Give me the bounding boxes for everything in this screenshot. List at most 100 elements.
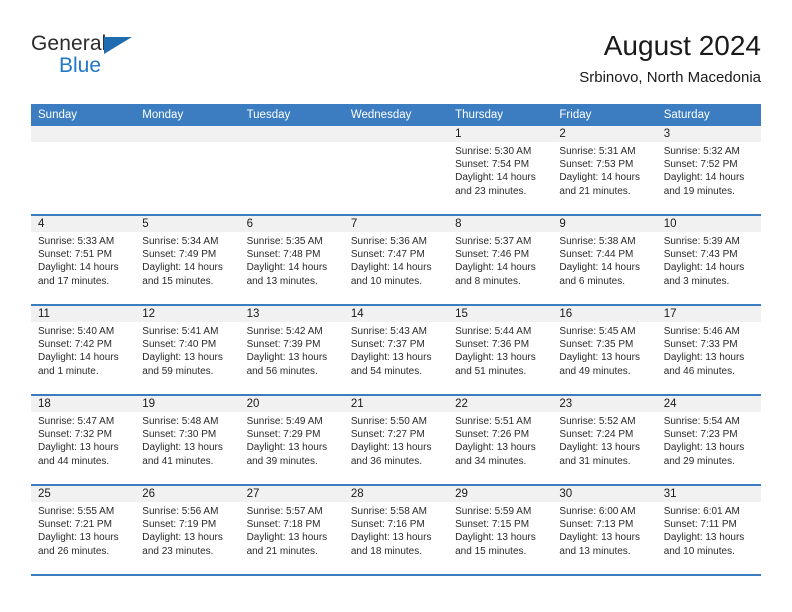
day-cell[interactable]: 14 Sunrise: 5:43 AM Sunset: 7:37 PM Dayligh… xyxy=(343,306,449,394)
day-cell[interactable]: 1 Sunrise: 5:30 AM Sunset: 7:54 PM Daylight… xyxy=(448,126,553,214)
day-cell[interactable]: 17 Sunrise: 5:46 AM Sunset: 7:33 PM Dayligh… xyxy=(656,306,761,394)
page-title: August 2024 xyxy=(603,30,761,61)
day-number: 31 xyxy=(656,486,761,502)
daylight-text-line2: and 8 minutes. xyxy=(455,275,521,287)
day-cell[interactable]: 7 Sunrise: 5:36 AM Sunset: 7:47 PM Daylight… xyxy=(343,216,449,304)
sunset-text: Sunset: 7:27 PM xyxy=(350,429,425,441)
daylight-text-line1: Daylight: 14 hours xyxy=(38,262,119,274)
day-cell[interactable]: 8 Sunrise: 5:37 AM Sunset: 7:46 PM Daylight… xyxy=(448,216,553,304)
daylight-text-line2: and 49 minutes. xyxy=(559,365,631,377)
day-cell[interactable]: 24 Sunrise: 5:54 AM Sunset: 7:23 PM Dayligh… xyxy=(656,396,761,484)
calendar-week-row: 1 Sunrise: 5:30 AM Sunset: 7:54 PM Daylight… xyxy=(31,126,761,216)
sunset-text: Sunset: 7:47 PM xyxy=(350,249,425,261)
day-details: Sunrise: 6:01 AM Sunset: 7:11 PM Daylight:… xyxy=(657,502,761,558)
sunrise-text: Sunrise: 5:59 AM xyxy=(455,506,532,517)
daylight-text-line2: and 13 minutes. xyxy=(559,545,631,557)
day-number: 8 xyxy=(448,216,553,232)
sunrise-text: Sunrise: 5:44 AM xyxy=(455,326,532,337)
daylight-text-line1: Daylight: 13 hours xyxy=(246,532,328,544)
sunrise-text: Sunrise: 5:31 AM xyxy=(559,146,636,157)
daylight-text-line1: Daylight: 13 hours xyxy=(663,532,745,544)
day-number: 19 xyxy=(135,396,240,412)
day-details: Sunrise: 5:39 AM Sunset: 7:43 PM Daylight:… xyxy=(657,232,761,288)
day-cell[interactable]: 11 Sunrise: 5:40 AM Sunset: 7:42 PM Dayligh… xyxy=(31,306,136,394)
day-cell[interactable]: 16 Sunrise: 5:45 AM Sunset: 7:35 PM Dayligh… xyxy=(552,306,657,394)
daylight-text-line2: and 59 minutes. xyxy=(142,365,214,377)
sunset-text: Sunset: 7:21 PM xyxy=(38,519,112,531)
day-cell[interactable]: 21 Sunrise: 5:50 AM Sunset: 7:27 PM Dayligh… xyxy=(343,396,449,484)
sunset-text: Sunset: 7:52 PM xyxy=(663,159,738,171)
day-number: 13 xyxy=(239,306,344,322)
sunrise-text: Sunrise: 5:56 AM xyxy=(142,506,219,517)
sunset-text: Sunset: 7:30 PM xyxy=(142,429,217,441)
day-cell-empty xyxy=(135,126,240,214)
day-cell[interactable]: 15 Sunrise: 5:44 AM Sunset: 7:36 PM Dayligh… xyxy=(448,306,553,394)
day-details: Sunrise: 5:50 AM Sunset: 7:27 PM Daylight:… xyxy=(344,412,448,468)
day-cell[interactable]: 19 Sunrise: 5:48 AM Sunset: 7:30 PM Dayligh… xyxy=(135,396,240,484)
sunset-text: Sunset: 7:39 PM xyxy=(246,339,321,351)
day-cell[interactable]: 31 Sunrise: 6:01 AM Sunset: 7:11 PM Dayligh… xyxy=(656,486,761,574)
sunset-text: Sunset: 7:11 PM xyxy=(663,519,737,531)
day-cell[interactable]: 12 Sunrise: 5:41 AM Sunset: 7:40 PM Dayligh… xyxy=(135,306,240,394)
day-cell[interactable]: 18 Sunrise: 5:47 AM Sunset: 7:32 PM Dayligh… xyxy=(31,396,136,484)
day-details: Sunrise: 5:42 AM Sunset: 7:39 PM Daylight:… xyxy=(240,322,344,378)
calendar-week-row: 11 Sunrise: 5:40 AM Sunset: 7:42 PM Dayligh… xyxy=(31,306,761,396)
sunrise-text: Sunrise: 5:51 AM xyxy=(455,416,532,427)
daylight-text-line1: Daylight: 14 hours xyxy=(142,262,223,274)
daylight-text-line1: Daylight: 14 hours xyxy=(38,352,119,364)
day-cell[interactable]: 26 Sunrise: 5:56 AM Sunset: 7:19 PM Dayligh… xyxy=(135,486,240,574)
day-cell[interactable]: 5 Sunrise: 5:34 AM Sunset: 7:49 PM Daylight… xyxy=(135,216,240,304)
day-cell[interactable]: 2 Sunrise: 5:31 AM Sunset: 7:53 PM Daylight… xyxy=(552,126,657,214)
brand-name-general: General xyxy=(31,32,107,55)
day-cell[interactable]: 13 Sunrise: 5:42 AM Sunset: 7:39 PM Dayligh… xyxy=(239,306,344,394)
day-cell[interactable]: 9 Sunrise: 5:38 AM Sunset: 7:44 PM Daylight… xyxy=(552,216,657,304)
sunset-text: Sunset: 7:36 PM xyxy=(455,339,530,351)
daylight-text-line1: Daylight: 13 hours xyxy=(142,352,223,364)
day-cell[interactable]: 27 Sunrise: 5:57 AM Sunset: 7:18 PM Dayligh… xyxy=(239,486,344,574)
day-cell[interactable]: 30 Sunrise: 6:00 AM Sunset: 7:13 PM Dayligh… xyxy=(552,486,657,574)
day-cell[interactable]: 4 Sunrise: 5:33 AM Sunset: 7:51 PM Daylight… xyxy=(31,216,136,304)
sunset-text: Sunset: 7:37 PM xyxy=(350,339,425,351)
day-cell[interactable]: 25 Sunrise: 5:55 AM Sunset: 7:21 PM Dayligh… xyxy=(31,486,136,574)
sunset-text: Sunset: 7:35 PM xyxy=(559,339,634,351)
day-number: 6 xyxy=(239,216,344,232)
daylight-text-line1: Daylight: 13 hours xyxy=(455,442,536,454)
day-number: 1 xyxy=(448,126,553,142)
sunset-text: Sunset: 7:49 PM xyxy=(142,249,217,261)
day-number: 21 xyxy=(343,396,449,412)
daylight-text-line2: and 23 minutes. xyxy=(142,545,214,557)
day-cell[interactable]: 6 Sunrise: 5:35 AM Sunset: 7:48 PM Daylight… xyxy=(239,216,344,304)
sunrise-text: Sunrise: 5:41 AM xyxy=(142,326,219,337)
daylight-text-line1: Daylight: 14 hours xyxy=(559,172,641,184)
day-cell[interactable]: 22 Sunrise: 5:51 AM Sunset: 7:26 PM Dayligh… xyxy=(448,396,553,484)
daylight-text-line2: and 21 minutes. xyxy=(246,545,318,557)
day-cell[interactable]: 3 Sunrise: 5:32 AM Sunset: 7:52 PM Daylight… xyxy=(656,126,761,214)
daylight-text-line2: and 15 minutes. xyxy=(142,275,214,287)
calendar-week-row: 4 Sunrise: 5:33 AM Sunset: 7:51 PM Daylight… xyxy=(31,216,761,306)
sunset-text: Sunset: 7:15 PM xyxy=(455,519,530,531)
sunset-text: Sunset: 7:51 PM xyxy=(38,249,112,261)
sunrise-text: Sunrise: 5:34 AM xyxy=(142,236,219,247)
day-details: Sunrise: 5:34 AM Sunset: 7:49 PM Daylight:… xyxy=(135,232,239,288)
sunrise-text: Sunrise: 5:48 AM xyxy=(142,416,219,427)
sunrise-text: Sunrise: 5:50 AM xyxy=(350,416,427,427)
daylight-text-line2: and 15 minutes. xyxy=(455,545,527,557)
day-cell[interactable]: 20 Sunrise: 5:49 AM Sunset: 7:29 PM Dayligh… xyxy=(239,396,344,484)
daylight-text-line1: Daylight: 13 hours xyxy=(559,352,641,364)
sunrise-text: Sunrise: 5:32 AM xyxy=(663,146,740,157)
day-details: Sunrise: 5:40 AM Sunset: 7:42 PM Daylight:… xyxy=(31,322,135,378)
weekday-header-tuesday: Tuesday xyxy=(246,109,291,121)
daylight-text-line2: and 23 minutes. xyxy=(455,185,527,197)
day-cell[interactable]: 10 Sunrise: 5:39 AM Sunset: 7:43 PM Dayligh… xyxy=(656,216,761,304)
day-details: Sunrise: 5:32 AM Sunset: 7:52 PM Daylight:… xyxy=(657,142,761,198)
day-cell[interactable]: 29 Sunrise: 5:59 AM Sunset: 7:15 PM Dayligh… xyxy=(448,486,553,574)
day-cell[interactable]: 28 Sunrise: 5:58 AM Sunset: 7:16 PM Dayligh… xyxy=(343,486,449,574)
sunrise-text: Sunrise: 5:39 AM xyxy=(663,236,740,247)
daylight-text-line1: Daylight: 13 hours xyxy=(663,352,745,364)
sunset-text: Sunset: 7:26 PM xyxy=(455,429,530,441)
brand-name-blue: Blue xyxy=(59,54,102,77)
day-cell[interactable]: 23 Sunrise: 5:52 AM Sunset: 7:24 PM Dayligh… xyxy=(552,396,657,484)
brand-logo[interactable]: General Blue xyxy=(31,32,231,90)
daylight-text-line2: and 56 minutes. xyxy=(246,365,318,377)
sunset-text: Sunset: 7:16 PM xyxy=(350,519,425,531)
